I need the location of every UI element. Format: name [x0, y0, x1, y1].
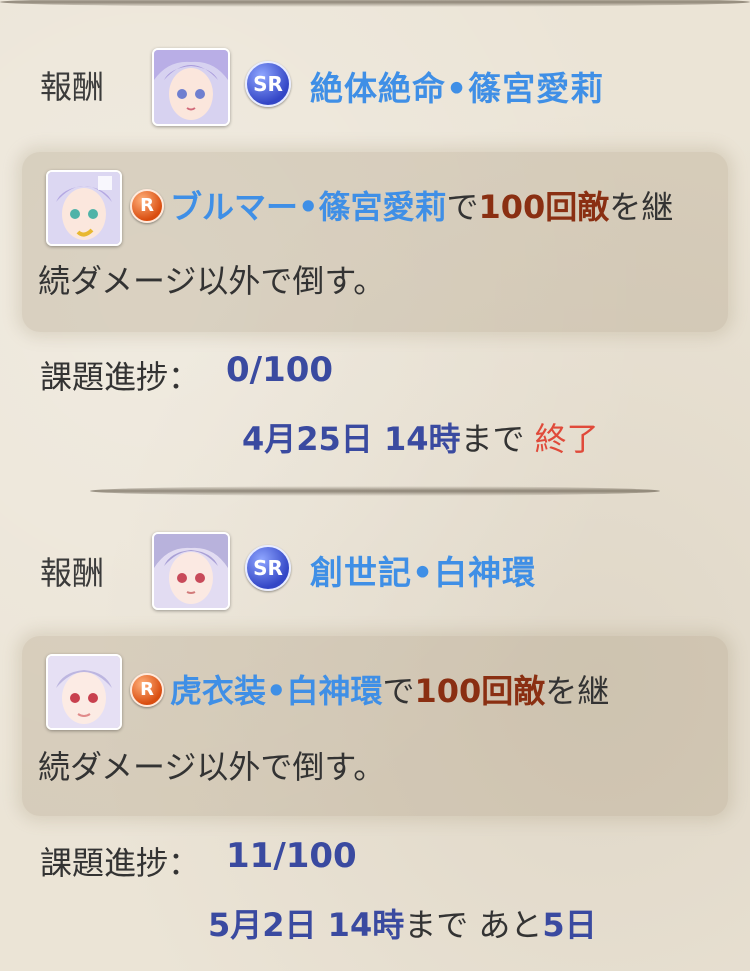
task-description-box: R 虎衣装•白神環で100回敵を継 続ダメージ以外で倒す。: [22, 636, 728, 816]
deadline-date: 4月25日 14時: [242, 420, 461, 458]
status-remaining-prefix: あと: [478, 906, 543, 944]
task-count: 100回敵: [414, 672, 546, 710]
deadline-date: 5月2日 14時: [208, 906, 405, 944]
sr-rarity-icon: SR: [245, 61, 291, 107]
task-line2: 続ダメージ以外で倒す。: [38, 262, 386, 300]
progress-value: 11/100: [226, 836, 357, 876]
reward-name[interactable]: 絶体絶命•篠宮愛莉: [310, 62, 604, 110]
reward-label: 報酬: [40, 68, 105, 106]
task-particle: で: [446, 188, 479, 226]
status-ended: 終了: [534, 420, 599, 458]
deadline: 4月25日 14時まで 終了: [242, 414, 599, 460]
sr-rarity-icon: SR: [245, 545, 291, 591]
task-suffix: を継: [609, 188, 674, 226]
task-character-portrait[interactable]: [46, 654, 122, 730]
progress-value: 0/100: [226, 350, 334, 390]
deadline: 5月2日 14時まで あと5日: [208, 900, 597, 946]
task-character-name: ブルマー•篠宮愛莉: [170, 188, 447, 226]
task-line1: R ブルマー•篠宮愛莉で100回敵を継: [130, 182, 673, 228]
task-character-portrait[interactable]: [46, 170, 122, 246]
task-character-name: 虎衣装•白神環: [170, 672, 383, 710]
reward-label: 報酬: [40, 554, 105, 592]
progress-label: 課題進捗：: [40, 358, 201, 396]
mission-divider: [90, 486, 660, 496]
task-description-box: R ブルマー•篠宮愛莉で100回敵を継 続ダメージ以外で倒す。: [22, 152, 728, 332]
reward-character-portrait[interactable]: [152, 532, 230, 610]
top-divider: [0, 0, 750, 7]
task-line1: R 虎衣装•白神環で100回敵を継: [130, 666, 609, 712]
task-count: 100回敵: [478, 188, 610, 226]
task-suffix: を継: [545, 672, 610, 710]
deadline-made: まで: [404, 906, 469, 944]
status-remaining-days: 5日: [542, 906, 597, 944]
deadline-made: まで: [460, 420, 525, 458]
reward-name[interactable]: 創世記•白神環: [310, 546, 536, 594]
r-rarity-icon: R: [130, 673, 164, 707]
reward-character-portrait[interactable]: [152, 48, 230, 126]
progress-label: 課題進捗：: [40, 844, 201, 882]
task-line2: 続ダメージ以外で倒す。: [38, 748, 386, 786]
task-particle: で: [382, 672, 415, 710]
r-rarity-icon: R: [130, 189, 164, 223]
